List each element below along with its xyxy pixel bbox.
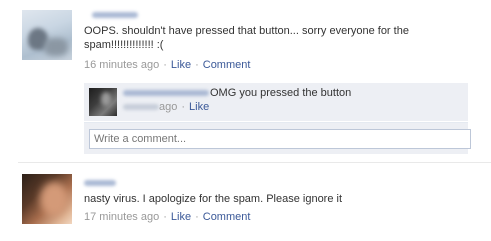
like-link[interactable]: Like — [171, 211, 191, 223]
separator-dot: · — [195, 211, 199, 223]
separator-dot: · — [195, 59, 199, 71]
separator-dot: · — [181, 101, 186, 113]
comment-time-redacted — [123, 104, 159, 111]
comment-meta: ago · Like — [123, 101, 209, 113]
comment-body: OMG you pressed the button — [123, 87, 463, 99]
post-timestamp[interactable]: 17 minutes ago — [84, 211, 159, 223]
commenter-avatar-blurred[interactable] — [89, 88, 117, 116]
post-message: OOPS. shouldn't have pressed that button… — [84, 25, 409, 51]
comment-text: OMG you pressed the button — [210, 87, 352, 99]
post-message: nasty virus. I apologize for the spam. P… — [84, 193, 343, 205]
like-link[interactable]: Like — [171, 59, 191, 71]
author-name-redacted[interactable] — [92, 12, 138, 18]
author-avatar-blurred[interactable] — [22, 10, 72, 60]
post-meta: 17 minutes ago · Like · Comment — [84, 211, 250, 223]
post-meta: 16 minutes ago · Like · Comment — [84, 59, 250, 71]
comment-item: OMG you pressed the button ago · Like — [84, 83, 468, 121]
write-comment-input[interactable] — [89, 129, 471, 149]
author-name-redacted[interactable] — [84, 180, 116, 186]
author-avatar-blurred[interactable] — [22, 174, 72, 224]
separator-dot: · — [163, 211, 167, 223]
post-timestamp[interactable]: 16 minutes ago — [84, 59, 159, 71]
separator-dot: · — [163, 59, 167, 71]
commenter-name-redacted[interactable] — [123, 90, 209, 97]
feed-story: OOPS. shouldn't have pressed that button… — [0, 0, 491, 162]
comment-timestamp[interactable]: ago — [159, 101, 177, 113]
news-feed: OOPS. shouldn't have pressed that button… — [0, 0, 491, 241]
comment-like-link[interactable]: Like — [189, 101, 209, 113]
comment-link[interactable]: Comment — [203, 211, 251, 223]
write-comment-area — [84, 122, 471, 154]
comment-link[interactable]: Comment — [203, 59, 251, 71]
